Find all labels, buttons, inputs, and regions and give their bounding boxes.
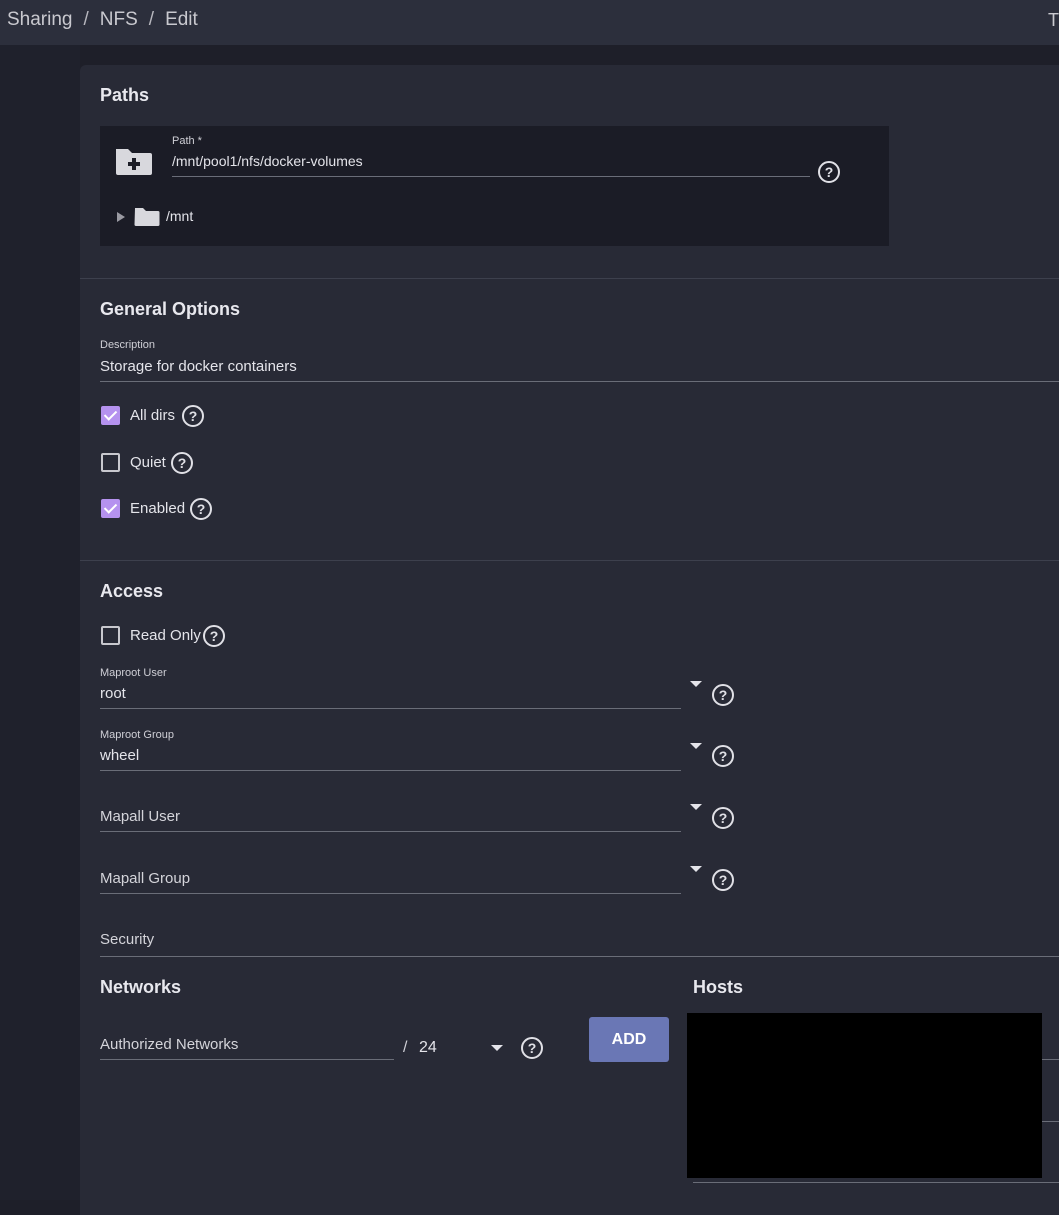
dropdown-caret-icon[interactable] xyxy=(690,681,702,687)
general-options-title: General Options xyxy=(100,299,241,319)
path-underline xyxy=(172,176,810,177)
security-select[interactable]: Security xyxy=(100,931,154,948)
breadcrumb-edit: Edit xyxy=(165,9,198,30)
netmask-select[interactable]: 24 xyxy=(419,1039,437,1057)
enabled-checkbox[interactable] xyxy=(101,499,120,518)
description-input[interactable]: Storage for docker containers xyxy=(100,358,297,375)
path-explorer xyxy=(100,126,889,246)
help-icon[interactable]: ? xyxy=(712,807,734,829)
security-underline xyxy=(100,956,1059,957)
folder-icon xyxy=(134,205,160,227)
maproot-user-underline xyxy=(100,708,681,709)
tree-node-mnt[interactable]: /mnt xyxy=(166,208,193,224)
breadcrumb-separator: / xyxy=(83,9,89,30)
help-icon[interactable]: ? xyxy=(712,684,734,706)
access-section-title: Access xyxy=(100,581,164,601)
sidebar xyxy=(0,45,80,1200)
quiet-label: Quiet xyxy=(130,454,166,471)
all-dirs-label: All dirs xyxy=(130,407,176,424)
networks-section-title: Networks xyxy=(100,977,182,997)
help-icon[interactable]: ? xyxy=(521,1037,543,1059)
path-input[interactable]: /mnt/pool1/nfs/docker-volumes xyxy=(172,153,363,169)
hosts-underline xyxy=(1042,1059,1059,1060)
hosts-underline xyxy=(693,1182,1059,1183)
description-label: Description xyxy=(100,339,156,351)
read-only-label: Read Only xyxy=(130,627,201,644)
header-corner-text: T xyxy=(1048,10,1059,30)
enabled-label: Enabled xyxy=(130,500,186,517)
description-underline xyxy=(100,381,1059,382)
mapall-user-underline xyxy=(100,831,681,832)
top-bar: Sharing / NFS / Edit T xyxy=(0,0,1059,45)
read-only-checkbox[interactable] xyxy=(101,626,120,645)
mapall-group-select[interactable]: Mapall Group xyxy=(100,870,190,887)
maproot-user-select[interactable]: root xyxy=(100,685,126,702)
dropdown-caret-icon[interactable] xyxy=(491,1045,503,1051)
authorized-networks-input[interactable]: Authorized Networks xyxy=(100,1036,238,1053)
hosts-section-title: Hosts xyxy=(693,977,744,997)
help-icon[interactable]: ? xyxy=(203,625,225,647)
paths-section-title: Paths xyxy=(100,85,150,105)
section-divider xyxy=(80,278,1059,279)
dropdown-caret-icon[interactable] xyxy=(690,743,702,749)
help-icon[interactable]: ? xyxy=(712,869,734,891)
path-label: Path * xyxy=(172,135,202,147)
quiet-checkbox[interactable] xyxy=(101,453,120,472)
expand-arrow-icon[interactable] xyxy=(116,210,126,222)
authorized-networks-underline xyxy=(100,1059,394,1060)
breadcrumb: Sharing / NFS / Edit xyxy=(7,9,198,31)
help-icon[interactable]: ? xyxy=(171,452,193,474)
dropdown-caret-icon[interactable] xyxy=(690,866,702,872)
breadcrumb-separator: / xyxy=(148,9,155,30)
mapall-group-underline xyxy=(100,893,681,894)
maproot-group-select[interactable]: wheel xyxy=(100,747,139,764)
hosts-list[interactable] xyxy=(687,1013,1042,1178)
maproot-group-label: Maproot Group xyxy=(100,729,174,741)
add-network-button[interactable]: ADD xyxy=(589,1017,669,1062)
all-dirs-checkbox[interactable] xyxy=(101,406,120,425)
netmask-separator: / xyxy=(403,1039,408,1056)
help-icon[interactable]: ? xyxy=(818,161,840,183)
maproot-user-label: Maproot User xyxy=(100,667,167,679)
mapall-user-select[interactable]: Mapall User xyxy=(100,808,180,825)
section-divider xyxy=(80,560,1059,561)
breadcrumb-sharing[interactable]: Sharing xyxy=(7,9,73,30)
help-icon[interactable]: ? xyxy=(182,405,204,427)
breadcrumb-nfs[interactable]: NFS xyxy=(100,9,138,30)
maproot-group-underline xyxy=(100,770,681,771)
folder-add-icon[interactable] xyxy=(114,145,154,177)
help-icon[interactable]: ? xyxy=(190,498,212,520)
hosts-underline xyxy=(1042,1121,1059,1122)
dropdown-caret-icon[interactable] xyxy=(690,804,702,810)
help-icon[interactable]: ? xyxy=(712,745,734,767)
